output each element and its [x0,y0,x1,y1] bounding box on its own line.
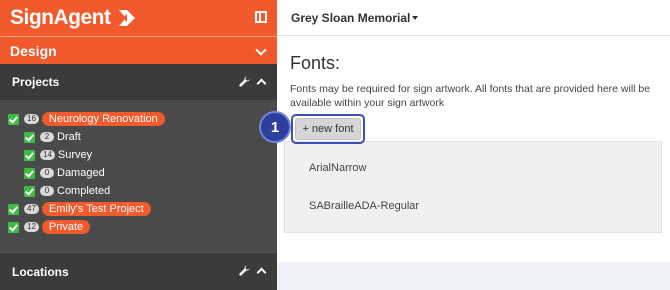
wrench-icon[interactable] [239,76,250,87]
item-count: 47 [24,204,39,214]
checkbox-checked-icon[interactable] [8,221,19,233]
font-item[interactable]: ArialNarrow [309,162,366,174]
item-count: 14 [40,150,55,160]
checkbox-checked-icon[interactable] [8,203,19,215]
item-count: 0 [40,186,54,196]
item-label: Emily's Test Project [41,202,151,216]
collapse-sidebar-icon[interactable] [255,11,267,23]
checkbox-checked-icon[interactable] [24,185,35,197]
tree-item-survey[interactable]: 14 Survey [8,146,277,164]
brand-name: SignAgent [10,6,111,29]
locations-label: Locations [12,264,69,279]
new-font-button[interactable]: + new font [295,118,361,140]
sidebar: SignAgent Design Projects 16 Neurology R… [0,0,277,290]
project-tree: 16 Neurology Renovation 2 Draft 14 Surve… [0,100,277,236]
locations-header[interactable]: Locations [0,252,277,290]
item-label: Draft [57,131,81,143]
footer-area [277,262,670,290]
checkbox-checked-icon[interactable] [24,149,35,161]
checkbox-checked-icon[interactable] [24,131,35,143]
font-item[interactable]: SABrailleADA-Regular [309,200,419,212]
tree-item-draft[interactable]: 2 Draft [8,128,277,146]
page-title: Fonts: [290,53,341,73]
item-label: Neurology Renovation [41,112,165,126]
fonts-description: Fonts may be required for sign artwork. … [290,83,651,109]
item-label: Private [41,220,91,234]
design-dropdown[interactable]: Design [0,36,277,64]
step-badge: 1 [259,111,291,143]
chevron-up-icon[interactable] [256,78,267,89]
signagent-logo-icon [117,9,137,27]
item-count: 2 [40,132,54,142]
wrench-icon[interactable] [239,265,250,276]
tree-item-damaged[interactable]: 0 Damaged [8,164,277,182]
design-label: Design [10,42,57,59]
tree-item-completed[interactable]: 0 Completed [8,182,277,200]
item-label: Damaged [57,167,105,179]
item-label: Survey [57,149,93,161]
font-list: ArialNarrow SABrailleADA-Regular [284,141,662,233]
chevron-up-icon[interactable] [256,267,267,278]
tree-item-neurology[interactable]: 16 Neurology Renovation [8,110,277,128]
item-count: 0 [40,168,54,178]
tree-item-emilys-test-project[interactable]: 47 Emily's Test Project [8,200,277,218]
organization-name: Grey Sloan Memorial [291,10,411,25]
new-font-highlight: + new font [291,114,365,144]
projects-header[interactable]: Projects [0,64,277,100]
tree-item-private[interactable]: 12 Private [8,218,277,236]
item-label: Completed [57,185,111,197]
brand-header: SignAgent [0,0,277,36]
fonts-panel: Fonts: Fonts may be required for sign ar… [277,36,670,262]
item-count: 12 [24,222,39,232]
checkbox-checked-icon[interactable] [24,167,35,179]
caret-down-icon [412,16,419,20]
organization-selector[interactable]: Grey Sloan Memorial [277,0,670,36]
item-count: 16 [24,114,39,124]
chevron-down-icon [255,44,267,56]
checkbox-checked-icon[interactable] [8,113,19,125]
projects-label: Projects [12,75,60,89]
